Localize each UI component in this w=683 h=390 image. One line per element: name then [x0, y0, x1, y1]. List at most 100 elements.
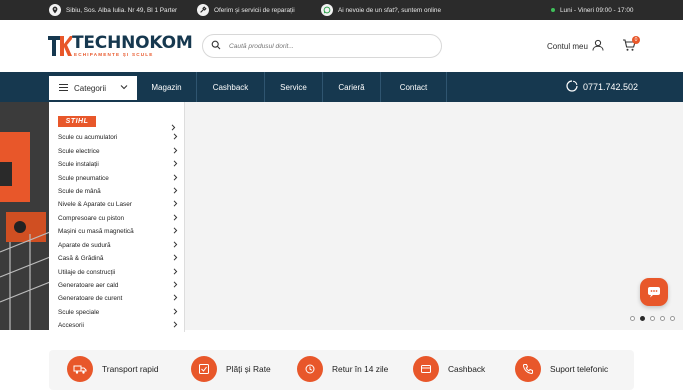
- search-bar[interactable]: [202, 34, 442, 58]
- category-label: Compresoare cu piston: [58, 214, 125, 222]
- categories-dropdown[interactable]: Categorii: [49, 76, 137, 100]
- account-link[interactable]: Contul meu: [547, 39, 604, 53]
- repairs-info[interactable]: Oferim și servicii de reparații: [197, 0, 295, 20]
- category-item[interactable]: Scule cu acumulatori: [58, 131, 178, 144]
- phone-support-icon: [515, 356, 541, 382]
- user-icon: [592, 39, 604, 53]
- chevron-right-icon: [173, 321, 178, 330]
- chevron-right-icon: [173, 160, 178, 169]
- slider-dot[interactable]: [640, 316, 645, 321]
- search-input[interactable]: [229, 42, 419, 50]
- phone-icon: [566, 80, 578, 94]
- category-label: Generatoare de curent: [58, 295, 123, 303]
- category-label: Utilaje de construcții: [58, 268, 116, 276]
- category-label: Generatoare aer cald: [58, 282, 119, 290]
- category-item[interactable]: Scule pneumatice: [58, 171, 178, 184]
- chat-widget-button[interactable]: [640, 278, 668, 306]
- online-status-dot: [551, 8, 555, 12]
- hero-banner-image: [0, 102, 50, 330]
- chevron-right-icon: [173, 173, 178, 183]
- category-item[interactable]: Scule electrice: [58, 144, 178, 157]
- nav-link-cariera[interactable]: Carieră: [323, 72, 381, 102]
- truck-icon: [67, 356, 93, 382]
- nav-links: Magazin Cashback Service Carieră Contact: [137, 72, 447, 102]
- slider-dot[interactable]: [660, 316, 665, 321]
- chevron-right-icon: [173, 294, 178, 303]
- category-item[interactable]: Scule instalații: [58, 158, 178, 171]
- slider-pagination: [630, 316, 675, 321]
- category-label: Scule cu acumulatori: [58, 134, 118, 142]
- category-item[interactable]: Scule speciale: [58, 306, 178, 319]
- category-label: Scule pneumatice: [58, 174, 109, 182]
- chevron-right-icon: [173, 187, 178, 196]
- whatsapp-icon: [321, 4, 333, 16]
- category-item[interactable]: Generatoare de curent: [58, 292, 178, 305]
- chevron-right-icon: [173, 227, 178, 236]
- nav-link-magazin[interactable]: Magazin: [137, 72, 197, 102]
- category-item[interactable]: Aparate de sudură: [58, 239, 178, 252]
- feature-label: Transport rapid: [102, 364, 159, 374]
- advice-info[interactable]: Ai nevoie de un sfat?, suntem online: [321, 0, 441, 20]
- feature-label: Retur în 14 zile: [332, 364, 389, 374]
- chevron-right-icon: [173, 281, 178, 290]
- category-item[interactable]: Generatoare aer cald: [58, 279, 178, 292]
- chevron-right-icon: [173, 214, 178, 223]
- category-item[interactable]: Nivele & Aparate cu Laser: [58, 198, 178, 211]
- feature-transport: Transport rapid: [67, 356, 158, 382]
- feature-label: Cashback: [448, 364, 486, 374]
- nav-link-contact[interactable]: Contact: [381, 72, 447, 102]
- categories-label: Categorii: [74, 83, 107, 93]
- category-label: Aparate de sudură: [58, 241, 111, 249]
- nav-link-service[interactable]: Service: [265, 72, 323, 102]
- category-label: Scule electrice: [58, 147, 100, 155]
- chevron-right-icon: [173, 268, 178, 277]
- site-header: TECHNOKOM ECHIPAMENTE ȘI SCULE Contul me…: [0, 20, 683, 72]
- payment-icon: [191, 356, 217, 382]
- chevron-right-icon: [173, 200, 178, 209]
- phone-contact[interactable]: 0771.742.502: [566, 80, 638, 94]
- return-icon: [297, 356, 323, 382]
- feature-label: Suport telefonic: [550, 364, 609, 374]
- cart-count-badge: 0: [632, 36, 640, 44]
- category-item[interactable]: Casă & Grădină: [58, 252, 178, 265]
- cart-button[interactable]: 0: [622, 36, 640, 54]
- feature-payments: Plăți și Rate: [191, 356, 271, 382]
- stihl-brand-item[interactable]: STIHL: [58, 116, 96, 127]
- category-list: Scule cu acumulatori Scule electrice Scule…: [58, 131, 178, 333]
- account-label: Contul meu: [547, 41, 588, 51]
- feature-cashback: Cashback: [413, 356, 485, 382]
- main-navigation: Categorii Magazin Cashback Service Carie…: [0, 72, 683, 102]
- category-label: Casă & Grădină: [58, 255, 104, 263]
- chevron-right-icon: [173, 147, 178, 156]
- top-info-bar: Sibiu, Sos. Alba Iulia. Nr 49, Bl 1 Part…: [0, 0, 683, 20]
- category-item[interactable]: Utilaje de construcții: [58, 265, 178, 278]
- chevron-right-icon: [173, 241, 178, 250]
- technokom-logo[interactable]: TECHNOKOM ECHIPAMENTE ȘI SCULE: [48, 33, 193, 57]
- slider-dot[interactable]: [650, 316, 655, 321]
- address-info: Sibiu, Sos. Alba Iulia. Nr 49, Bl 1 Part…: [49, 0, 177, 20]
- category-label: Accesorii: [58, 322, 84, 330]
- search-icon: [211, 37, 221, 55]
- category-item[interactable]: Scule de mână: [58, 185, 178, 198]
- category-item[interactable]: Compresoare cu piston: [58, 212, 178, 225]
- feature-return: Retur în 14 zile: [297, 356, 388, 382]
- category-label: Scule speciale: [58, 308, 100, 316]
- category-item[interactable]: Accesorii: [58, 319, 178, 332]
- slider-dot[interactable]: [630, 316, 635, 321]
- chevron-right-icon: [173, 133, 178, 142]
- cashback-icon: [413, 356, 439, 382]
- wrench-icon: [197, 4, 209, 16]
- category-menu: STIHL Scule cu acumulatori Scule electric…: [49, 102, 185, 332]
- feature-phone-support: Suport telefonic: [515, 356, 608, 382]
- category-label: Scule instalații: [58, 161, 99, 169]
- category-label: Scule de mână: [58, 187, 101, 195]
- chevron-down-icon: [120, 83, 128, 92]
- category-label: Mașini cu masă magnetică: [58, 228, 134, 236]
- chat-icon: [648, 287, 660, 298]
- phone-number: 0771.742.502: [583, 82, 639, 92]
- category-item[interactable]: Mașini cu masă magnetică: [58, 225, 178, 238]
- slider-dot[interactable]: [670, 316, 675, 321]
- features-strip: Transport rapid Plăți și Rate Retur în 1…: [49, 350, 634, 390]
- category-label: Nivele & Aparate cu Laser: [58, 201, 132, 209]
- nav-link-cashback[interactable]: Cashback: [197, 72, 265, 102]
